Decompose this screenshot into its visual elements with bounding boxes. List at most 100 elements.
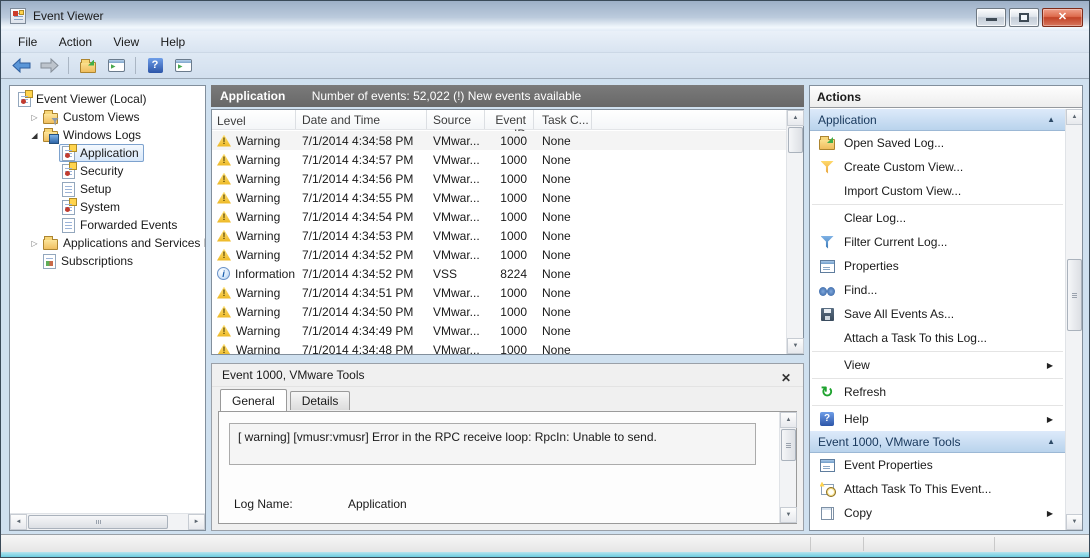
scroll-up-icon[interactable]: ▲	[780, 412, 797, 428]
event-message: [ warning] [vmusr:vmusr] Error in the RP…	[238, 430, 657, 444]
warning-icon: !	[217, 287, 231, 299]
action-refresh[interactable]: ↻ Refresh	[810, 380, 1065, 404]
action-create-custom-view[interactable]: Create Custom View...	[810, 155, 1065, 179]
close-button[interactable]: ✕	[1042, 8, 1083, 27]
menu-view[interactable]: View	[104, 31, 148, 53]
action-filter-current-log[interactable]: Filter Current Log...	[810, 230, 1065, 254]
action-event-properties[interactable]: Event Properties	[810, 453, 1065, 477]
minimize-button[interactable]	[976, 8, 1006, 27]
open-folder-icon	[819, 139, 835, 150]
action-open-saved-log[interactable]: Open Saved Log...	[810, 131, 1065, 155]
event-detail-panel: Event 1000, VMware Tools ✕ General Detai…	[211, 363, 804, 531]
action-pane-toolbar-button[interactable]	[171, 56, 195, 76]
column-header-level[interactable]: Level	[212, 110, 296, 129]
submenu-arrow-icon: ▶	[1047, 361, 1053, 370]
tree-item-applications-and-services-logs[interactable]: ▷ Applications and Services Lo	[10, 234, 205, 252]
action-save-all-events-as[interactable]: Save All Events As...	[810, 302, 1065, 326]
event-row[interactable]: !Warning 7/1/2014 4:34:49 PM VMwar... 10…	[212, 321, 786, 340]
open-saved-log-toolbar-button[interactable]	[76, 56, 100, 76]
menu-help[interactable]: Help	[152, 31, 195, 53]
event-row[interactable]: !Warning 7/1/2014 4:34:57 PM VMwar... 10…	[212, 150, 786, 169]
tree-item-custom-views[interactable]: ▷ Custom Views	[10, 108, 205, 126]
menu-action[interactable]: Action	[50, 31, 101, 53]
event-row[interactable]: !Warning 7/1/2014 4:34:48 PM VMwar... 10…	[212, 340, 786, 354]
back-button[interactable]	[9, 56, 33, 76]
detail-vscroll-thumb[interactable]	[781, 429, 796, 461]
create-view-funnel-icon	[821, 161, 834, 174]
event-row[interactable]: iInformation 7/1/2014 4:34:52 PM VSS 822…	[212, 264, 786, 283]
scroll-up-icon[interactable]: ▲	[787, 110, 804, 126]
actions-section-application[interactable]: Application ▲	[810, 109, 1065, 131]
tab-general[interactable]: General	[220, 389, 287, 411]
action-help-submenu[interactable]: ? Help ▶	[810, 407, 1065, 431]
column-header-task-category[interactable]: Task C...	[534, 110, 592, 129]
events-vscrollbar[interactable]: ▲ ▼	[786, 110, 803, 354]
scroll-down-icon[interactable]: ▼	[780, 507, 797, 523]
menu-file[interactable]: File	[9, 31, 46, 53]
warning-icon: !	[217, 192, 231, 204]
event-row[interactable]: !Warning 7/1/2014 4:34:51 PM VMwar... 10…	[212, 283, 786, 302]
action-clear-log[interactable]: Clear Log...	[810, 206, 1065, 230]
maximize-button[interactable]	[1009, 8, 1039, 27]
actions-separator	[812, 351, 1063, 352]
event-row[interactable]: !Warning 7/1/2014 4:34:52 PM VMwar... 10…	[212, 245, 786, 264]
detail-close-icon[interactable]: ✕	[778, 367, 794, 383]
action-pane-icon	[175, 59, 192, 72]
tree-item-subscriptions[interactable]: Subscriptions	[10, 252, 205, 270]
event-row[interactable]: !Warning 7/1/2014 4:34:56 PM VMwar... 10…	[212, 169, 786, 188]
tab-details[interactable]: Details	[290, 391, 351, 410]
submenu-arrow-icon: ▶	[1047, 509, 1053, 518]
tree-item-forwarded-events[interactable]: Forwarded Events	[10, 216, 205, 234]
action-copy-submenu[interactable]: Copy ▶	[810, 501, 1065, 525]
actions-vscrollbar[interactable]: ▲ ▼	[1065, 109, 1082, 530]
tree-item-application[interactable]: Application	[10, 144, 205, 162]
action-properties[interactable]: Properties	[810, 254, 1065, 278]
collapse-section-icon[interactable]: ▲	[1047, 431, 1055, 453]
console-tree-toolbar-button[interactable]	[104, 56, 128, 76]
tree-hscrollbar[interactable]: ◄ ►	[10, 513, 205, 530]
tree-item-event-viewer-local[interactable]: Event Viewer (Local)	[10, 90, 205, 108]
custom-views-folder-icon	[43, 113, 58, 124]
event-row[interactable]: !Warning 7/1/2014 4:34:50 PM VMwar... 10…	[212, 302, 786, 321]
help-icon: ?	[820, 412, 834, 426]
scroll-down-icon[interactable]: ▼	[787, 338, 804, 354]
actions-separator	[812, 204, 1063, 205]
action-find[interactable]: Find...	[810, 278, 1065, 302]
scroll-left-icon[interactable]: ◄	[10, 514, 27, 530]
column-header-date-time[interactable]: Date and Time	[296, 110, 427, 129]
expander-collapsed-icon[interactable]: ▷	[29, 113, 40, 122]
action-attach-task-to-event[interactable]: Attach Task To This Event...	[810, 477, 1065, 501]
scroll-right-icon[interactable]: ►	[188, 514, 205, 530]
event-row[interactable]: !Warning 7/1/2014 4:34:58 PM VMwar... 10…	[212, 131, 786, 150]
tree-item-system[interactable]: System	[10, 198, 205, 216]
forward-button[interactable]	[37, 56, 61, 76]
scroll-up-icon[interactable]: ▲	[1066, 109, 1083, 125]
expander-collapsed-icon[interactable]: ▷	[29, 239, 40, 248]
events-vscroll-thumb[interactable]	[788, 127, 803, 153]
expander-expanded-icon[interactable]: ◢	[29, 131, 40, 140]
tree-item-windows-logs[interactable]: ◢ Windows Logs	[10, 126, 205, 144]
column-header-event-id[interactable]: Event ID	[485, 110, 534, 129]
actions-panel-title: Actions	[810, 86, 1082, 108]
windows-logs-folder-icon	[43, 131, 58, 142]
detail-vscrollbar[interactable]: ▲ ▼	[779, 412, 796, 523]
log-name-row: Log Name: Application	[234, 497, 293, 511]
actions-section-event[interactable]: Event 1000, VMware Tools ▲	[810, 431, 1065, 453]
help-toolbar-button[interactable]: ?	[143, 56, 167, 76]
event-row[interactable]: !Warning 7/1/2014 4:34:53 PM VMwar... 10…	[212, 226, 786, 245]
help-icon: ?	[148, 58, 163, 73]
tree-item-security[interactable]: Security	[10, 162, 205, 180]
collapse-section-icon[interactable]: ▲	[1047, 109, 1055, 131]
action-import-custom-view[interactable]: Import Custom View...	[810, 179, 1065, 203]
console-window-icon	[108, 59, 125, 72]
tree-hscroll-thumb[interactable]	[28, 515, 168, 529]
action-view-submenu[interactable]: View ▶	[810, 353, 1065, 377]
column-header-source[interactable]: Source	[427, 110, 485, 129]
event-row[interactable]: !Warning 7/1/2014 4:34:55 PM VMwar... 10…	[212, 188, 786, 207]
scroll-down-icon[interactable]: ▼	[1066, 514, 1083, 530]
action-attach-task-to-log[interactable]: Attach a Task To this Log...	[810, 326, 1065, 350]
tree-item-setup[interactable]: Setup	[10, 180, 205, 198]
actions-list: Application ▲ Open Saved Log... Create C…	[810, 109, 1065, 530]
actions-vscroll-thumb[interactable]	[1067, 259, 1082, 331]
event-row[interactable]: !Warning 7/1/2014 4:34:54 PM VMwar... 10…	[212, 207, 786, 226]
